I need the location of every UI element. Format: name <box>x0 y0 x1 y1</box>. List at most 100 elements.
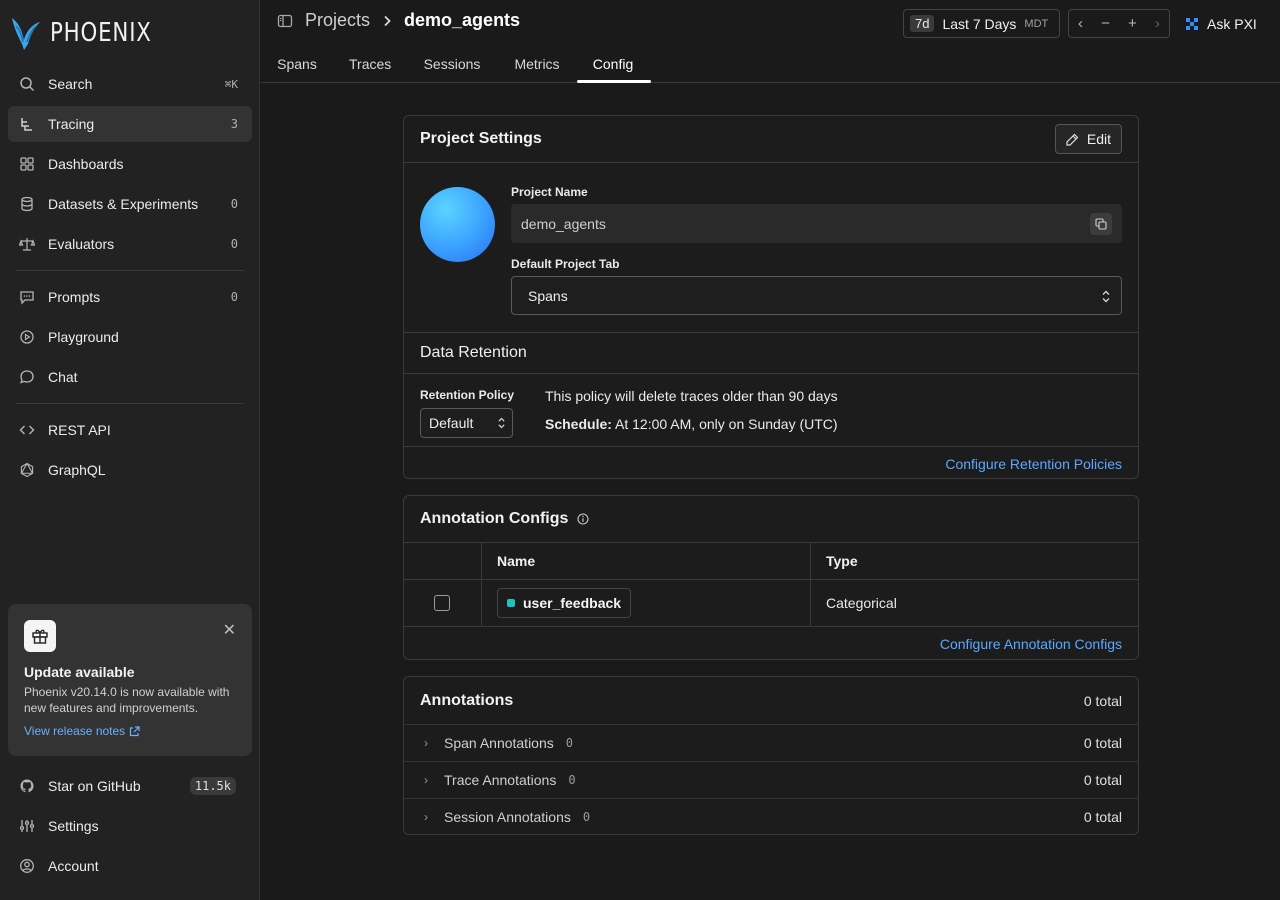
tab-config[interactable]: Config <box>592 46 634 83</box>
sidebar-item-label: Settings <box>48 818 99 834</box>
annotation-group-label: Trace Annotations <box>444 772 557 788</box>
column-header-name[interactable]: Name <box>497 553 535 569</box>
annotation-config-type: Categorical <box>826 595 897 611</box>
sidebar-item-label: REST API <box>48 422 111 438</box>
data-retention-title: Data Retention <box>420 344 527 361</box>
select-chevrons-icon <box>1102 290 1110 303</box>
retention-section: Retention Policy Default This policy wil… <box>404 374 1138 446</box>
tab-spans[interactable]: Spans <box>277 46 317 83</box>
play-circle-icon <box>18 328 36 346</box>
sidebar-item-label: Prompts <box>48 289 101 305</box>
annotation-color-swatch <box>507 599 515 607</box>
sidebar-item-label: Search <box>48 76 93 92</box>
tab-sessions[interactable]: Sessions <box>423 46 481 83</box>
close-icon[interactable]: ✕ <box>223 620 236 640</box>
sidebar-item-graphql[interactable]: GraphQL <box>8 452 252 488</box>
row-checkbox[interactable] <box>434 595 450 611</box>
panel-title: Annotations <box>420 691 514 709</box>
sidebar-item-account[interactable]: Account <box>8 848 252 884</box>
project-name-label: Project Name <box>511 185 588 199</box>
configure-retention-link[interactable]: Configure Retention Policies <box>945 456 1122 472</box>
info-icon[interactable] <box>577 513 589 525</box>
phoenix-logo[interactable]: PHOENIX <box>10 14 174 52</box>
project-name-value: demo_agents <box>521 216 606 232</box>
configure-annotation-configs-link[interactable]: Configure Annotation Configs <box>940 636 1122 652</box>
tab-metrics[interactable]: Metrics <box>513 46 561 83</box>
annotation-group-label: Session Annotations <box>444 809 571 825</box>
release-notes-link[interactable]: View release notes <box>24 724 236 738</box>
sidebar-item-search[interactable]: Search ⌘K <box>8 66 252 102</box>
chevron-right-icon: › <box>424 736 428 750</box>
sidebar-item-datasets[interactable]: Datasets & Experiments 0 <box>8 186 252 222</box>
chevron-right-icon <box>382 15 392 27</box>
active-tab-indicator <box>577 80 651 83</box>
project-name-field: demo_agents <box>511 204 1122 243</box>
annotation-group-total: 0 total <box>1083 809 1122 825</box>
project-details: Project Name demo_agents Default Project… <box>404 163 1138 332</box>
timezone-label: MDT <box>1024 17 1049 30</box>
breadcrumb-projects[interactable]: Projects <box>305 10 370 31</box>
annotations-total: 0 total <box>1083 692 1122 709</box>
github-stars-badge: 11.5k <box>189 777 236 795</box>
update-body: Phoenix v20.14.0 is now available with n… <box>24 685 230 715</box>
gift-icon <box>24 620 56 652</box>
top-bar: Projects demo_agents 7d Last 7 Days MDT … <box>261 0 1280 46</box>
sidebar-item-tracing[interactable]: Tracing 3 <box>8 106 252 142</box>
time-range-chip: 7d <box>910 15 935 32</box>
graphql-icon <box>18 461 36 479</box>
retention-description: This policy will delete traces older tha… <box>545 388 838 404</box>
panel-header: Project Settings Edit <box>404 116 1138 163</box>
sidebar-item-label: Evaluators <box>48 236 115 252</box>
panel-title: Annotation Configs <box>420 510 569 527</box>
external-link-icon <box>130 725 140 736</box>
retention-policy-select[interactable]: Default <box>420 408 513 438</box>
zoom-in-icon[interactable]: + <box>1128 15 1137 32</box>
session-annotations-row[interactable]: › Session Annotations 0 0 total <box>404 798 1138 834</box>
zoom-out-icon[interactable]: − <box>1101 15 1110 32</box>
item-count: 0 <box>230 290 238 304</box>
annotation-config-chip[interactable]: user_feedback <box>497 588 632 618</box>
sidebar-item-settings[interactable]: Settings <box>8 808 252 844</box>
sidebar-item-label: Datasets & Experiments <box>48 196 199 212</box>
span-annotations-row[interactable]: › Span Annotations 0 0 total <box>404 724 1138 761</box>
release-notes-label: View release notes <box>24 724 126 738</box>
breadcrumb-current-project: demo_agents <box>404 10 521 30</box>
sidebar-item-rest-api[interactable]: REST API <box>8 412 252 448</box>
edit-label: Edit <box>1086 131 1111 147</box>
sidebar-item-chat[interactable]: Chat <box>8 359 252 395</box>
sidebar-item-github[interactable]: Star on GitHub 11.5k <box>8 768 252 804</box>
item-count: 0 <box>230 197 238 211</box>
trace-annotations-row[interactable]: › Trace Annotations 0 0 total <box>404 761 1138 798</box>
user-circle-icon <box>18 857 36 875</box>
sliders-icon <box>18 817 36 835</box>
sidebar-item-label: Star on GitHub <box>48 778 141 794</box>
panel-header: Annotation Configs <box>404 496 1138 543</box>
chevron-right-icon[interactable]: › <box>1155 15 1160 32</box>
edit-button[interactable]: Edit <box>1054 124 1122 154</box>
ask-pxi-button[interactable]: Ask PXI <box>1185 9 1257 38</box>
copy-icon[interactable] <box>1090 213 1112 235</box>
tab-traces[interactable]: Traces <box>349 46 391 83</box>
update-title: Update available <box>24 664 135 680</box>
retention-policy-value: Default <box>429 415 474 431</box>
sidebar-item-label: Tracing <box>48 116 95 132</box>
item-count: 3 <box>230 117 238 131</box>
column-divider <box>810 580 811 626</box>
sidebar-item-evaluators[interactable]: Evaluators 0 <box>8 226 252 262</box>
column-header-type[interactable]: Type <box>826 553 858 569</box>
table-row: user_feedback Categorical <box>404 580 1138 627</box>
sidebar-toggle-icon[interactable] <box>277 13 293 29</box>
time-range-picker[interactable]: 7d Last 7 Days MDT <box>903 9 1060 38</box>
sidebar: PHOENIX Search ⌘K Tracing 3 Dashboards D… <box>0 0 260 900</box>
ask-pxi-label: Ask PXI <box>1207 15 1257 32</box>
column-divider <box>481 580 482 626</box>
sidebar-item-playground[interactable]: Playground <box>8 319 252 355</box>
project-avatar <box>420 187 495 262</box>
sidebar-item-prompts[interactable]: Prompts 0 <box>8 279 252 315</box>
retention-schedule: Schedule: At 12:00 AM, only on Sunday (U… <box>545 416 838 432</box>
chevron-left-icon[interactable]: ‹ <box>1078 15 1083 32</box>
retention-policy-label: Retention Policy <box>420 388 515 402</box>
default-tab-select[interactable]: Spans <box>511 276 1122 315</box>
sidebar-item-dashboards[interactable]: Dashboards <box>8 146 252 182</box>
sidebar-item-label: Account <box>48 858 99 874</box>
